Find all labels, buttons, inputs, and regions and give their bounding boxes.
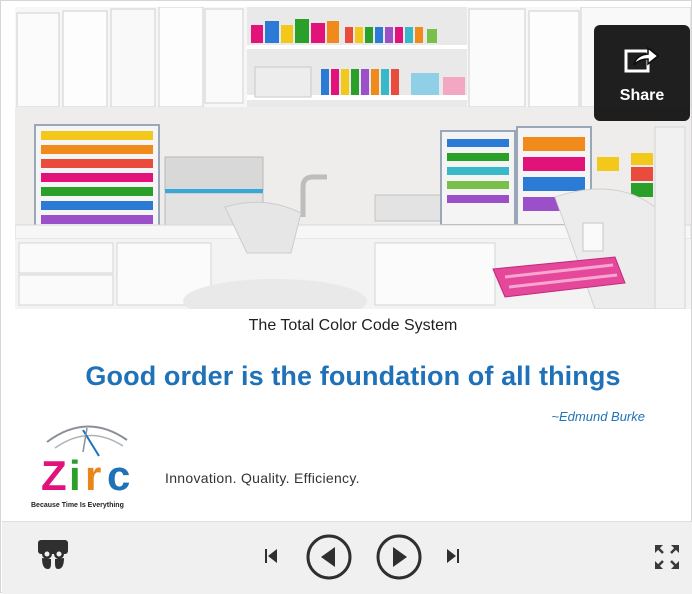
logo-letter-c: c	[107, 452, 131, 499]
player-control-bar	[2, 521, 692, 594]
logo-letter-i: i	[69, 452, 81, 499]
slideshow-player: Share The Total Color Code System Good o…	[0, 0, 692, 594]
slide-subtitle: The Total Color Code System	[248, 317, 458, 334]
slide-quote: Good order is the foundation of all thin…	[85, 361, 621, 391]
quote-author: ~Edmund Burke	[551, 409, 645, 424]
fullscreen-button[interactable]	[652, 542, 682, 572]
previous-slide-button[interactable]	[305, 533, 353, 581]
first-slide-button[interactable]	[264, 547, 278, 565]
next-slide-button[interactable]	[375, 533, 423, 581]
skip-to-last-icon	[447, 549, 459, 563]
share-icon	[624, 46, 660, 73]
slide: Share The Total Color Code System Good o…	[15, 7, 691, 519]
share-label: Share	[619, 87, 665, 104]
zirc-logo: Z i r c Because Time Is Everything	[27, 412, 157, 512]
slideshare-logo-button[interactable]	[36, 538, 70, 572]
slideshare-icon	[38, 540, 68, 569]
dental-office-photo	[15, 7, 691, 309]
logo-letter-z: Z	[41, 452, 67, 499]
skip-to-first-icon	[265, 549, 277, 563]
company-motto: Innovation. Quality. Efficiency.	[165, 470, 360, 486]
share-button[interactable]: Share	[594, 25, 690, 121]
logo-tagline: Because Time Is Everything	[31, 502, 124, 509]
logo-letter-r: r	[85, 452, 102, 499]
previous-slide-icon	[306, 534, 352, 580]
next-slide-icon	[376, 534, 422, 580]
fullscreen-icon	[655, 545, 679, 569]
last-slide-button[interactable]	[446, 547, 460, 565]
